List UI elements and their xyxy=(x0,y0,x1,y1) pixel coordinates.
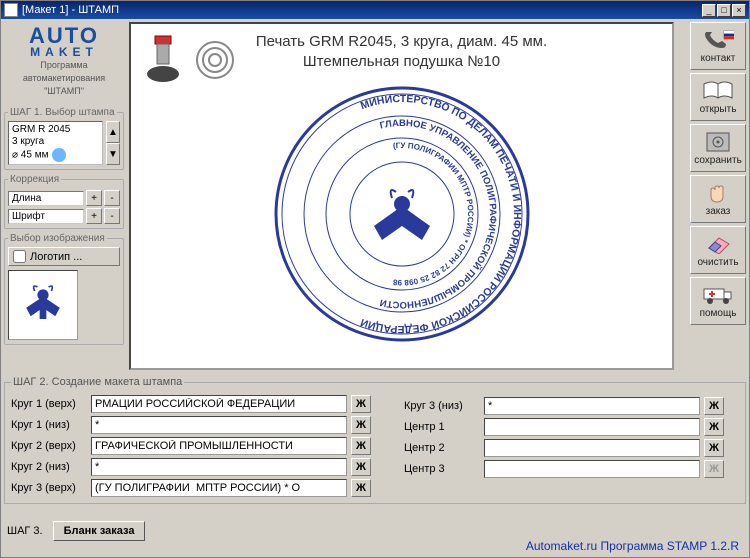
phone-flag-icon xyxy=(702,28,734,52)
input-circle3-top[interactable] xyxy=(91,479,347,497)
bold-btn-k2t[interactable]: Ж xyxy=(351,437,371,455)
ink-pad-icon xyxy=(193,32,237,88)
color-dot-icon xyxy=(52,148,66,162)
bold-btn-c3: Ж xyxy=(704,460,724,478)
label-center2: Центр 2 xyxy=(404,442,480,454)
eraser-icon xyxy=(702,232,734,256)
open-button[interactable]: открыть xyxy=(690,73,746,121)
footer-text: Automaket.ru Программа STAMP 1.2.R xyxy=(526,539,739,553)
font-minus-button[interactable]: - xyxy=(104,208,120,224)
titlebar: [Макет 1] - ШТАМП _ □ × xyxy=(1,1,749,19)
app-logo: AUTO MAKET Программа автомакетирования "… xyxy=(4,22,124,103)
ambulance-icon xyxy=(702,283,734,307)
bold-btn-c1[interactable]: Ж xyxy=(704,418,724,436)
input-circle2-top[interactable] xyxy=(91,437,347,455)
contact-button[interactable]: контакт xyxy=(690,22,746,70)
corr-length-label: Длина xyxy=(8,191,84,206)
close-button[interactable]: × xyxy=(732,4,746,17)
bold-btn-k1t[interactable]: Ж xyxy=(351,395,371,413)
step2-group: ШАГ 2. Создание макета штампа Круг 1 (ве… xyxy=(4,376,746,504)
bold-btn-k3t[interactable]: Ж xyxy=(351,479,371,497)
bold-btn-k1b[interactable]: Ж xyxy=(351,416,371,434)
safe-icon xyxy=(702,130,734,154)
step1-group: ШАГ 1. Выбор штампа GRM R 2045 3 круга ⌀… xyxy=(4,107,124,170)
hand-icon xyxy=(702,181,734,205)
step2-legend: ШАГ 2. Создание макета штампа xyxy=(11,376,184,388)
app-icon xyxy=(4,3,18,17)
app-window: [Макет 1] - ШТАМП _ □ × AUTO MAKET Прогр… xyxy=(0,0,750,558)
window-title: [Макет 1] - ШТАМП xyxy=(22,4,119,16)
input-center3[interactable] xyxy=(484,460,700,478)
label-circle1-top: Круг 1 (верх) xyxy=(11,398,87,410)
help-button[interactable]: помощь xyxy=(690,277,746,325)
order-button[interactable]: заказ xyxy=(690,175,746,223)
stamp-up-button[interactable]: ▲ xyxy=(106,121,120,143)
input-center2[interactable] xyxy=(484,439,700,457)
input-center1[interactable] xyxy=(484,418,700,436)
length-minus-button[interactable]: - xyxy=(104,190,120,206)
clear-button[interactable]: очистить xyxy=(690,226,746,274)
logo-preview xyxy=(8,270,78,340)
book-icon xyxy=(702,79,734,103)
stamp-device-icon xyxy=(141,32,185,88)
stamp-preview: МИНИСТЕРСТВО ПО ДЕЛАМ ПЕЧАТИ И ИНФОРМАЦИ… xyxy=(272,84,532,344)
input-circle1-bot[interactable] xyxy=(91,416,347,434)
label-circle1-bot: Круг 1 (низ) xyxy=(11,419,87,431)
input-circle3-bot[interactable] xyxy=(484,397,700,415)
label-circle2-top: Круг 2 (верх) xyxy=(11,440,87,452)
bold-btn-k3b[interactable]: Ж xyxy=(704,397,724,415)
logo-button[interactable]: Логотип ... xyxy=(8,247,120,266)
step3-label: ШАГ 3. xyxy=(7,525,43,537)
stamp-down-button[interactable]: ▼ xyxy=(106,143,120,165)
order-blank-button[interactable]: Бланк заказа xyxy=(53,521,146,541)
label-circle2-bot: Круг 2 (низ) xyxy=(11,461,87,473)
preview-canvas: Печать GRM R2045, 3 круга, диам. 45 мм. … xyxy=(129,22,674,370)
eagle-icon xyxy=(15,277,71,333)
label-circle3-bot: Круг 3 (низ) xyxy=(404,400,480,412)
label-circle3-top: Круг 3 (верх) xyxy=(11,482,87,494)
image-select-legend: Выбор изображения xyxy=(8,233,107,244)
label-center3: Центр 3 xyxy=(404,463,480,475)
logo-checkbox[interactable] xyxy=(13,250,26,263)
input-circle1-top[interactable] xyxy=(91,395,347,413)
label-center1: Центр 1 xyxy=(404,421,480,433)
length-plus-button[interactable]: + xyxy=(86,190,102,206)
font-plus-button[interactable]: + xyxy=(86,208,102,224)
stamp-model-box[interactable]: GRM R 2045 3 круга ⌀ 45 мм xyxy=(8,121,103,165)
step1-legend: ШАГ 1. Выбор штампа xyxy=(8,107,117,118)
image-select-group: Выбор изображения Логотип ... xyxy=(4,233,124,345)
maximize-button[interactable]: □ xyxy=(717,4,731,17)
bold-btn-k2b[interactable]: Ж xyxy=(351,458,371,476)
left-panel: AUTO MAKET Программа автомакетирования "… xyxy=(4,22,124,345)
input-circle2-bot[interactable] xyxy=(91,458,347,476)
minimize-button[interactable]: _ xyxy=(702,4,716,17)
correction-group: Коррекция Длина + - Шрифт + - xyxy=(4,174,124,229)
bold-btn-c2[interactable]: Ж xyxy=(704,439,724,457)
right-toolbar: контакт открыть сохранить заказ xyxy=(690,22,746,325)
save-button[interactable]: сохранить xyxy=(690,124,746,172)
corr-font-label: Шрифт xyxy=(8,209,84,224)
correction-legend: Коррекция xyxy=(8,174,61,185)
